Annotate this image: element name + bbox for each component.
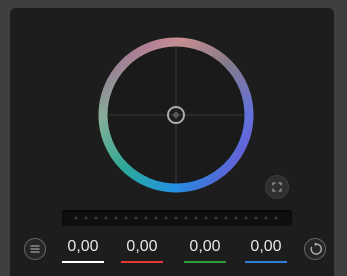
- blue-underline: [245, 261, 287, 263]
- blue-value[interactable]: 0,00: [245, 238, 287, 256]
- luminance-value[interactable]: 0,00: [62, 238, 104, 256]
- master-wheel-dial[interactable]: [62, 210, 292, 226]
- green-underline: [184, 261, 226, 263]
- color-wheel-graphic: [98, 37, 254, 193]
- luminance-underline: [62, 261, 104, 263]
- reset-button[interactable]: [304, 238, 326, 260]
- hamburger-icon: [30, 245, 40, 253]
- expand-icon: [272, 182, 282, 192]
- color-wheel[interactable]: [89, 28, 263, 202]
- reset-icon: [310, 242, 322, 255]
- green-value[interactable]: 0,00: [184, 238, 226, 256]
- red-value[interactable]: 0,00: [121, 238, 163, 256]
- jog-texture: [74, 216, 278, 220]
- red-underline: [121, 261, 163, 263]
- expand-button[interactable]: [265, 175, 289, 199]
- menu-button[interactable]: [24, 238, 46, 260]
